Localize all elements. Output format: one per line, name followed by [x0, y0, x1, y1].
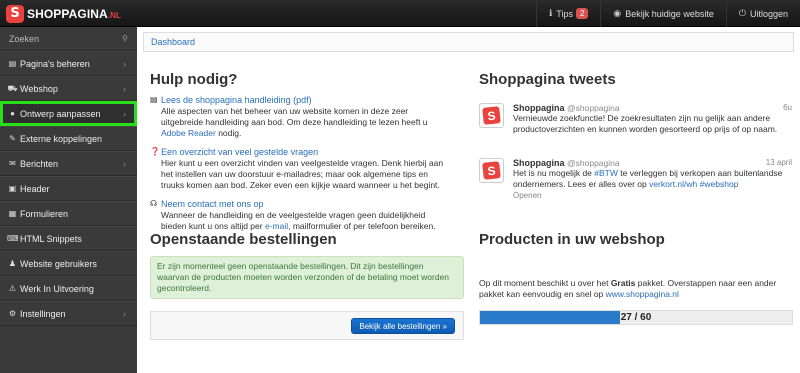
- avatar[interactable]: S: [479, 158, 504, 183]
- breadcrumb-dashboard[interactable]: Dashboard: [151, 37, 195, 47]
- headset-icon: ☊: [150, 199, 158, 208]
- contact-link[interactable]: Neem contact met ons op: [161, 199, 452, 210]
- products-title: Producten in uw webshop: [479, 231, 665, 248]
- view-site-button[interactable]: ◉ Bekijk huidige website: [600, 0, 725, 27]
- chevron-right-icon: ›: [123, 159, 126, 169]
- shoppagina-link[interactable]: www.shoppagina.nl: [606, 289, 679, 299]
- email-link[interactable]: e-mail: [265, 221, 288, 231]
- orders-footer: Bekijk alle bestellingen »: [150, 311, 464, 340]
- tweet-open-link[interactable]: Openen: [513, 191, 792, 200]
- warning-icon: ⚠: [8, 284, 17, 293]
- help-list: ▤ Lees de shoppagina handleiding (pdf) A…: [150, 95, 452, 240]
- tweet-author[interactable]: Shoppagina: [513, 158, 565, 168]
- help-title: Hulp nodig?: [150, 71, 238, 88]
- top-bar: S SHOPPAGINA.NL ℹ Tips 2 ◉ Bekijk huidig…: [0, 0, 800, 27]
- power-icon: ⏻: [738, 8, 746, 18]
- chevron-right-icon: ›: [123, 59, 126, 69]
- sidebar-item-pagina-s-beheren[interactable]: ▤ Pagina's beheren ›: [0, 51, 137, 76]
- help-item-contact: ☊ Neem contact met ons op Wanneer de han…: [150, 199, 452, 232]
- sidebar-item-externe-koppelingen[interactable]: ✎ Externe koppelingen: [0, 126, 137, 151]
- main-content: Dashboard Hulp nodig? ▤ Lees de shoppagi…: [137, 27, 800, 373]
- tweet-1: S 6u Shoppagina @shoppagina Vernieuwde z…: [479, 103, 792, 134]
- logo-icon: S: [6, 4, 24, 23]
- tips-count-badge: 2: [575, 8, 589, 19]
- tweet-time[interactable]: 6u: [783, 103, 792, 112]
- image-icon: ▣: [8, 184, 17, 193]
- help-item-manual: ▤ Lees de shoppagina handleiding (pdf) A…: [150, 95, 452, 139]
- orders-alert: Er zijn momenteel geen openstaande beste…: [150, 256, 464, 299]
- sidebar-item-label: Website gebruikers: [20, 258, 97, 269]
- plan-name: Gratis: [610, 278, 636, 288]
- sidebar-item-website-gebruikers[interactable]: ♟ Website gebruikers: [0, 251, 137, 276]
- chevron-right-icon: ›: [123, 109, 126, 119]
- faq-link[interactable]: Een overzicht van veel gestelde vragen: [161, 147, 452, 158]
- logo[interactable]: S SHOPPAGINA.NL: [6, 4, 121, 23]
- progress-label: 27 / 60: [620, 312, 652, 323]
- sidebar-item-ontwerp-aanpassen[interactable]: ● Ontwerp aanpassen ›: [0, 101, 137, 126]
- avatar[interactable]: S: [479, 103, 504, 128]
- hashtag-webshop-link[interactable]: #webshop: [700, 179, 739, 189]
- sidebar-item-label: Externe koppelingen: [20, 133, 103, 144]
- question-icon: ❓: [150, 147, 160, 156]
- sidebar-item-berichten[interactable]: ✉ Berichten ›: [0, 151, 137, 176]
- user-icon: ♟: [8, 259, 17, 268]
- tweet-author[interactable]: Shoppagina: [513, 103, 565, 113]
- sidebar-item-instellingen[interactable]: ⚙ Instellingen ›: [0, 301, 137, 326]
- search-input[interactable]: Zoeken ⚲: [0, 27, 137, 51]
- help-item-faq: ❓ Een overzicht van veel gestelde vragen…: [150, 147, 452, 191]
- gear-icon: ⚙: [8, 309, 17, 318]
- tips-button[interactable]: ℹ Tips 2: [535, 0, 601, 27]
- sidebar-item-label: Instellingen: [20, 308, 66, 319]
- chevron-right-icon: ›: [123, 309, 126, 319]
- code-icon: ⌨: [7, 234, 19, 243]
- sidebar-item-label: Werk In Uitvoering: [20, 283, 94, 294]
- tweet-time[interactable]: 13 april: [766, 158, 792, 167]
- tweet-text: Vernieuwde zoekfunctie! De zoekresultate…: [513, 113, 778, 134]
- sidebar-item-html-snippets[interactable]: ⌨ HTML Snippets: [0, 226, 137, 251]
- view-all-orders-button[interactable]: Bekijk alle bestellingen »: [351, 318, 455, 334]
- tweet-text: Het is nu mogelijk de #BTW te verleggen …: [513, 168, 783, 189]
- tweet-2: S 13 april Shoppagina @shoppagina Het is…: [479, 158, 792, 200]
- tweets-title: Shoppagina tweets: [479, 71, 616, 88]
- info-icon: ℹ: [548, 8, 553, 18]
- document-icon: ▤: [150, 95, 158, 104]
- sidebar-item-label: Pagina's beheren: [20, 58, 90, 69]
- form-icon: ▦: [8, 209, 17, 218]
- sidebar-item-label: HTML Snippets: [20, 233, 82, 244]
- sidebar-item-label: Formulieren: [20, 208, 69, 219]
- sidebar-item-header[interactable]: ▣ Header: [0, 176, 137, 201]
- orders-title: Openstaande bestellingen: [150, 231, 337, 248]
- tweet-url-link[interactable]: verkort.nl/wh: [649, 179, 697, 189]
- page-icon: ▤: [8, 59, 17, 68]
- sidebar-item-werk-in-uitvoering[interactable]: ⚠ Werk In Uitvoering: [0, 276, 137, 301]
- manual-link[interactable]: Lees de shoppagina handleiding (pdf): [161, 95, 452, 106]
- logout-button[interactable]: ⏻ Uitloggen: [725, 0, 800, 27]
- adobe-reader-link[interactable]: Adobe Reader: [161, 128, 216, 138]
- hashtag-btw-link[interactable]: #BTW: [594, 168, 618, 178]
- eye-icon: ◉: [613, 8, 622, 18]
- products-progress-bar: 27 / 60: [479, 310, 793, 325]
- sidebar-item-formulieren[interactable]: ▦ Formulieren: [0, 201, 137, 226]
- chevron-right-icon: ›: [123, 84, 126, 94]
- search-icon[interactable]: ⚲: [122, 34, 128, 43]
- sidebar-item-label: Webshop: [20, 83, 58, 94]
- top-nav: ℹ Tips 2 ◉ Bekijk huidige website ⏻ Uitl…: [535, 0, 800, 27]
- sidebar-item-label: Ontwerp aanpassen: [20, 108, 101, 119]
- products-description: Op dit moment beschikt u over het Gratis…: [479, 278, 777, 299]
- breadcrumb: Dashboard: [143, 32, 794, 52]
- envelope-icon: ✉: [9, 159, 16, 168]
- pencil-icon: ✎: [9, 134, 16, 143]
- sidebar-item-label: Header: [20, 183, 50, 194]
- sidebar-item-label: Berichten: [20, 158, 59, 169]
- sidebar: Zoeken ⚲ ▤ Pagina's beheren › ⛟ Webshop › ● Ont…: [0, 27, 137, 373]
- drop-icon: ●: [10, 109, 15, 118]
- sidebar-item-webshop[interactable]: ⛟ Webshop ›: [0, 76, 137, 101]
- logo-text: SHOPPAGINA.NL: [27, 6, 121, 21]
- cart-icon: ⛟: [7, 83, 18, 93]
